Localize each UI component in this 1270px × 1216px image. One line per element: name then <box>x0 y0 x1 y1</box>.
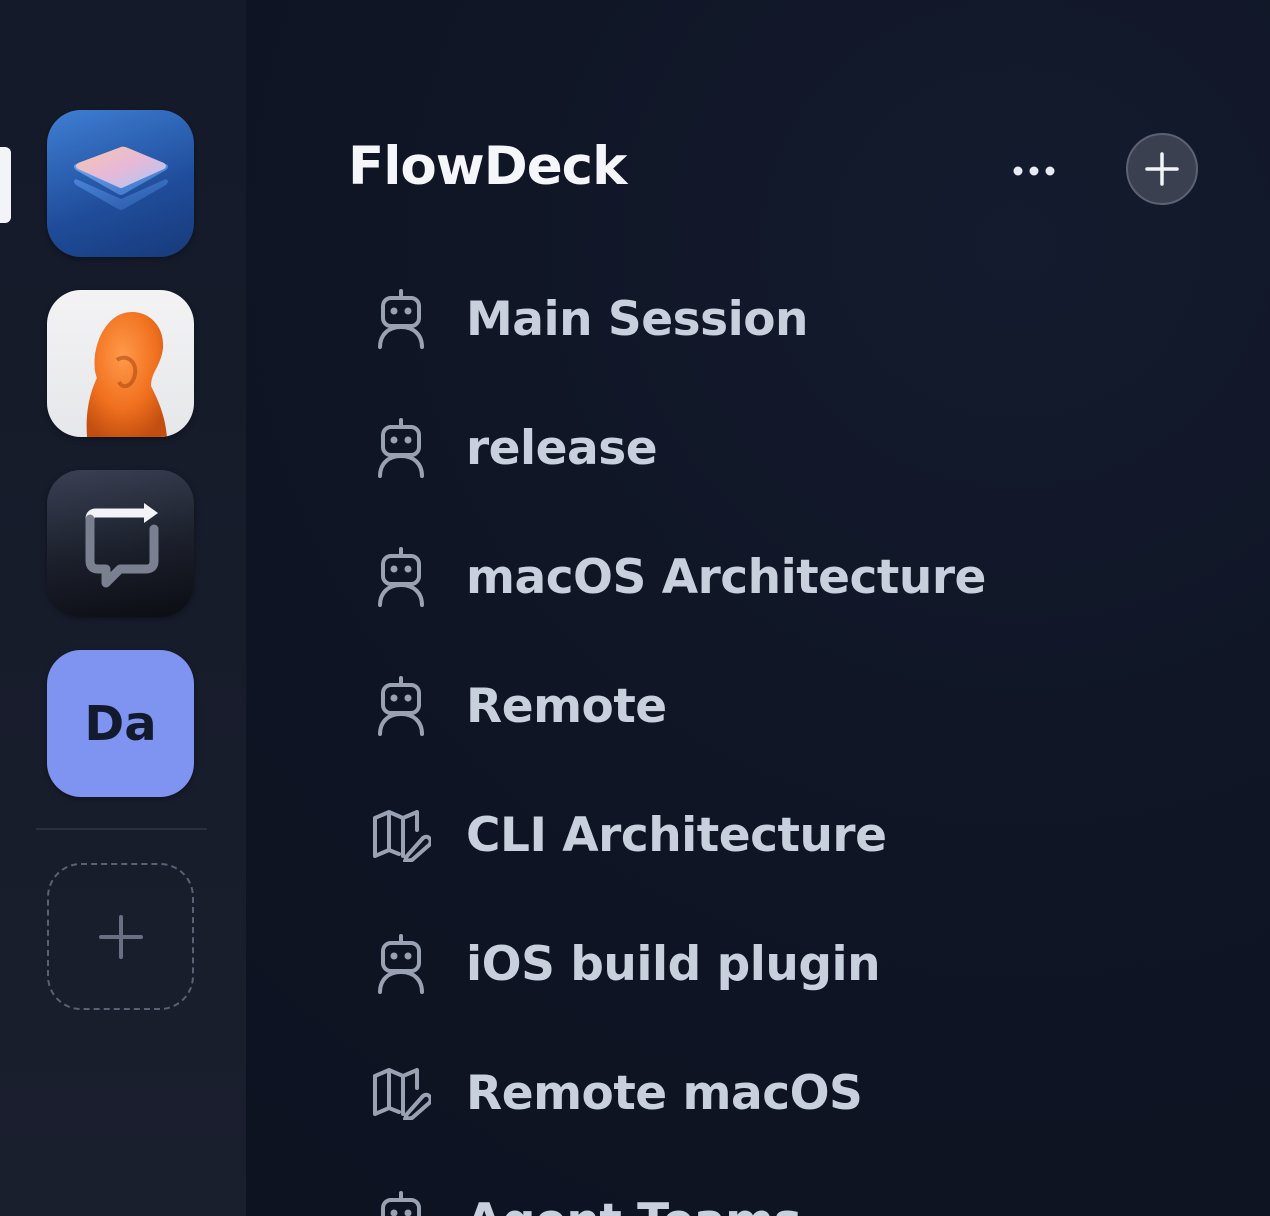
app-tile-sync-chat[interactable] <box>47 470 194 617</box>
robot-icon <box>370 1190 432 1216</box>
page-title: FlowDeck <box>348 136 627 197</box>
app-tile-da-label: Da <box>84 695 157 752</box>
session-label: macOS Architecture <box>466 549 986 605</box>
new-session-button[interactable] <box>1126 133 1198 205</box>
robot-icon <box>370 933 432 995</box>
session-item-ios-build-plugin[interactable]: iOS build plugin <box>370 919 1230 1009</box>
rail-divider <box>36 828 207 830</box>
session-item-macos-architecture[interactable]: macOS Architecture <box>370 532 1230 622</box>
session-label: release <box>466 420 658 476</box>
session-label: CLI Architecture <box>466 807 887 863</box>
session-item-agent-teams[interactable]: Agent Teams <box>370 1176 1230 1216</box>
session-item-main-session[interactable]: Main Session <box>370 274 1230 364</box>
app-tile-orange-figure[interactable] <box>47 290 194 437</box>
app-tile-flowdeck[interactable] <box>47 110 194 257</box>
app-rail: Da <box>0 0 246 1216</box>
orange-figure-icon <box>86 311 167 437</box>
plus-icon <box>1145 152 1179 186</box>
session-label: Main Session <box>466 291 808 347</box>
robot-icon <box>370 546 432 608</box>
ellipsis-icon <box>1013 166 1055 176</box>
session-item-release[interactable]: release <box>370 403 1230 493</box>
plus-icon <box>98 914 143 959</box>
map-edit-icon <box>370 804 432 866</box>
session-item-remote[interactable]: Remote <box>370 661 1230 751</box>
app-tile-da[interactable]: Da <box>47 650 194 797</box>
session-item-remote-macos[interactable]: Remote macOS <box>370 1048 1230 1138</box>
map-edit-icon <box>370 1062 432 1124</box>
chat-sync-icon <box>85 502 158 587</box>
active-app-indicator <box>0 147 11 223</box>
session-label: Remote <box>466 678 667 734</box>
robot-icon <box>370 288 432 350</box>
session-list: Main Session release macOS Architecture <box>370 254 1250 1216</box>
add-workspace-button[interactable] <box>47 863 194 1010</box>
session-label: iOS build plugin <box>466 936 881 992</box>
robot-icon <box>370 417 432 479</box>
robot-icon <box>370 675 432 737</box>
session-item-cli-architecture[interactable]: CLI Architecture <box>370 790 1230 880</box>
session-label: Remote macOS <box>466 1065 863 1121</box>
session-label: Agent Teams <box>466 1194 802 1216</box>
layers-stack-icon <box>73 146 168 210</box>
more-options-button[interactable] <box>1006 152 1062 190</box>
